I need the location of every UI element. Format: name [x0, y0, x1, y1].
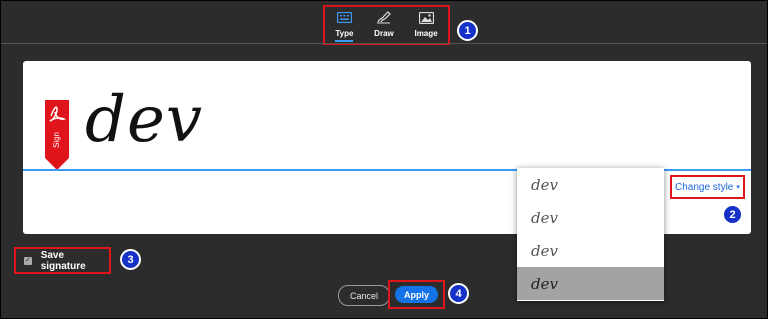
callout-marker-4: 4 [448, 283, 469, 304]
tab-type[interactable]: Type [335, 11, 354, 42]
pen-draw-icon [376, 11, 392, 24]
header-divider [1, 43, 767, 44]
tab-image[interactable]: Image [414, 11, 438, 38]
chevron-down-icon: ▾ [736, 184, 740, 191]
signature-dialog: Type Draw Image 1 Sign dev Change style … [0, 0, 768, 319]
style-option-3[interactable]: dev [517, 234, 664, 267]
sign-tag-label: Sign [52, 132, 61, 148]
signature-mode-tabs: Type Draw Image [323, 5, 450, 45]
keyboard-icon [336, 11, 352, 24]
apply-highlight: Apply [388, 280, 445, 309]
callout-marker-3: 3 [120, 249, 141, 270]
tab-draw[interactable]: Draw [374, 11, 394, 38]
save-signature-checkbox[interactable]: ✓ [24, 256, 32, 265]
cancel-button[interactable]: Cancel [338, 285, 390, 306]
save-signature-label: Save signature [40, 249, 86, 272]
tab-type-label: Type [335, 29, 354, 42]
callout-marker-2: 2 [722, 204, 743, 225]
signature-preview-text: dev [85, 83, 203, 157]
change-style-label: Change style [675, 181, 734, 193]
save-signature-toggle[interactable]: ✓ Save signature [14, 247, 111, 274]
apply-button[interactable]: Apply [395, 286, 438, 303]
style-option-1[interactable]: dev [517, 168, 664, 201]
style-option-2[interactable]: dev [517, 201, 664, 234]
style-dropdown-menu: dev dev dev dev [517, 168, 664, 301]
callout-marker-1: 1 [457, 20, 478, 41]
sign-tag: Sign [45, 100, 69, 170]
tab-draw-label: Draw [374, 29, 394, 38]
tab-image-label: Image [414, 29, 438, 38]
image-icon [418, 11, 434, 24]
style-option-4[interactable]: dev [517, 267, 664, 300]
change-style-button[interactable]: Change style ▾ [670, 175, 745, 199]
